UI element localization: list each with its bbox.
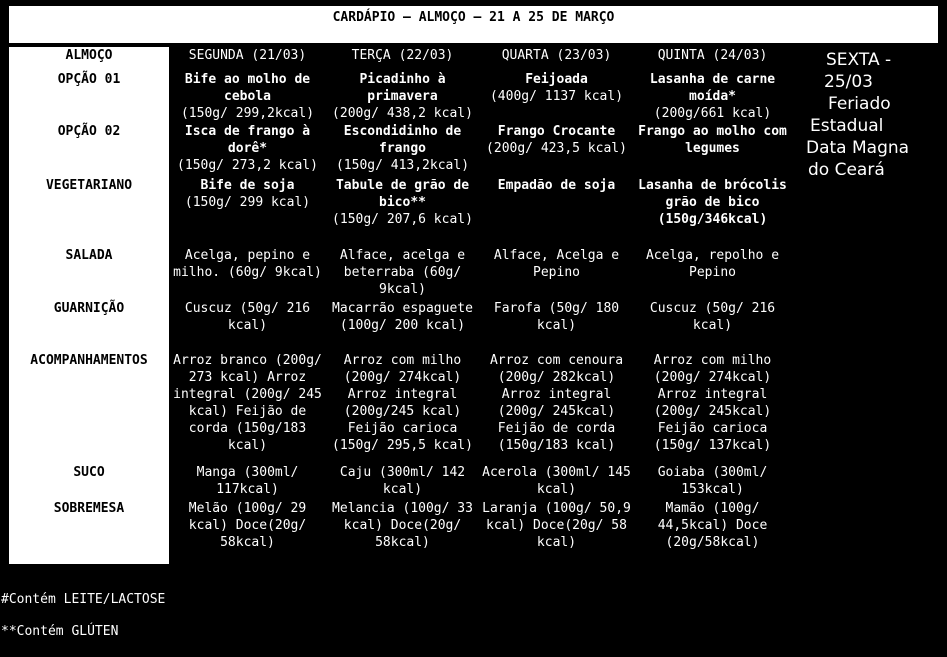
row-label: SOBREMESA <box>9 500 169 564</box>
dish-name: Feijoada <box>525 72 588 87</box>
table-row: ACOMPANHAMENTOS Arroz branco (200g/ 273 … <box>9 352 791 464</box>
menu-cell: Picadinho à primavera (200g/ 438,2 kcal) <box>326 71 479 123</box>
menu-cell: Caju (300ml/ 142 kcal) <box>339 465 466 497</box>
dish-name: Bife de soja <box>200 178 295 193</box>
friday-line: SEXTA - <box>826 50 892 70</box>
menu-cell: Empadão de soja <box>479 177 634 247</box>
friday-holiday-note: SEXTA - 25/03 Feriado Estadual Data Magn… <box>800 49 945 181</box>
menu-cell: Macarrão espaguete (100g/ 200 kcal) <box>332 301 473 333</box>
menu-cell: Arroz com cenoura (200g/ 282kcal) Arroz … <box>489 353 624 453</box>
footnote-gluten: **Contém GLÚTEN <box>1 624 119 639</box>
friday-line: Feriado <box>828 94 891 114</box>
dish-name: Empadão de soja <box>497 178 616 193</box>
footnote-lactose: #Contém LEITE/LACTOSE <box>1 592 166 607</box>
menu-cell: Farofa (50g/ 180 kcal) <box>493 301 620 333</box>
friday-line: 25/03 <box>824 72 873 92</box>
menu-title-bar: CARDÁPIO – ALMOÇO – 21 A 25 DE MARÇO <box>9 6 938 43</box>
row-label: GUARNIÇÃO <box>9 300 169 352</box>
dish-info: (150g/ 299 kcal) <box>184 195 311 210</box>
menu-cell: Mamão (100g/ 44,5kcal) Doce (20g/58kcal) <box>657 501 768 550</box>
dish-name: Picadinho à primavera <box>359 72 446 104</box>
menu-cell: Frango Crocante (200g/ 423,5 kcal) <box>479 123 634 177</box>
menu-cell: Acelga, repolho e Pepino <box>645 248 780 280</box>
menu-cell: Goiaba (300ml/ 153kcal) <box>657 465 768 497</box>
friday-line: Estadual <box>810 116 884 136</box>
dish-name: Frango Crocante <box>497 124 616 139</box>
menu-cell: Melão (100g/ 29 kcal) Doce(20g/ 58kcal) <box>188 501 307 550</box>
menu-cell: Arroz com milho (200g/ 274kcal) Arroz in… <box>653 353 772 453</box>
table-row: SOBREMESA Melão (100g/ 29 kcal) Doce(20g… <box>9 500 791 564</box>
dish-info: (150g/ 413,2kcal) <box>335 158 470 173</box>
menu-cell: Tabule de grão de bico** (150g/ 207,6 kca… <box>326 177 479 247</box>
dish-info: (200g/ 423,5 kcal) <box>486 141 627 156</box>
menu-cell: Lasanha de brócolis grão de bico (150g/34… <box>634 177 791 247</box>
menu-cell: Feijoada (400g/ 1137 kcal) <box>479 71 634 123</box>
table-row: SUCO Manga (300ml/ 117kcal) Caju (300ml/… <box>9 464 791 500</box>
dish-info: (150g/ 207,6 kcal) <box>332 212 473 227</box>
friday-line: do Ceará <box>808 160 885 180</box>
dish-name: Tabule de grão de bico** <box>335 178 470 210</box>
row-label: OPÇÃO 02 <box>9 123 169 177</box>
header-day-wednesday: QUARTA (23/03) <box>501 48 612 63</box>
menu-cell: Escondidinho de frango (150g/ 413,2kcal) <box>326 123 479 177</box>
menu-title: CARDÁPIO – ALMOÇO – 21 A 25 DE MARÇO <box>332 10 615 25</box>
menu-cell: Alface, acelga e beterraba (60g/ 9kcal) <box>339 248 466 297</box>
dish-info: (150g/ 299,2kcal) <box>180 106 315 121</box>
dish-name: Lasanha de brócolis grão de bico <box>638 178 787 210</box>
table-row: SALADA Acelga, pepino e milho. (60g/ 9kc… <box>9 247 791 300</box>
row-label: VEGETARIANO <box>9 177 169 247</box>
dish-name: Frango ao molho com legumes <box>638 124 787 156</box>
menu-cell: Laranja (100g/ 50,9 kcal) Doce(20g/ 58 k… <box>482 501 631 550</box>
dish-info: (150g/ 273,2 kcal) <box>177 158 318 173</box>
friday-line: Data Magna <box>806 138 910 158</box>
header-day-monday: SEGUNDA (21/03) <box>188 48 307 63</box>
menu-cell: Arroz com milho (200g/ 274kcal) Arroz in… <box>332 353 473 453</box>
menu-cell: Acelga, pepino e milho. (60g/ 9kcal) <box>173 248 322 280</box>
dish-info: (200g/661 kcal) <box>653 106 772 121</box>
table-row: VEGETARIANO Bife de soja (150g/ 299 kcal)… <box>9 177 791 247</box>
menu-cell: Bife de soja (150g/ 299 kcal) <box>169 177 326 247</box>
menu-cell: Cuscuz (50g/ 216 kcal) <box>649 301 776 333</box>
menu-cell: Arroz branco (200g/ 273 kcal) Arroz inte… <box>173 353 322 453</box>
dish-name: Bife ao molho de cebola <box>184 72 311 104</box>
header-day-thursday: QUINTA (24/03) <box>657 48 768 63</box>
menu-cell: Cuscuz (50g/ 216 kcal) <box>184 301 311 333</box>
row-label: SUCO <box>9 464 169 500</box>
header-day-tuesday: TERÇA (22/03) <box>351 48 454 63</box>
dish-info: (200g/ 438,2 kcal) <box>332 106 473 121</box>
dish-info: (150g/346kcal) <box>657 212 768 227</box>
dish-name: Lasanha de carne moída* <box>649 72 776 104</box>
row-label: OPÇÃO 01 <box>9 71 169 123</box>
dish-name: Isca de frango à dorê* <box>184 124 311 156</box>
dish-info: (400g/ 1137 kcal) <box>489 89 624 104</box>
menu-cell: Manga (300ml/ 117kcal) <box>196 465 299 497</box>
row-label: ACOMPANHAMENTOS <box>9 352 169 464</box>
menu-cell: Lasanha de carne moída* (200g/661 kcal) <box>634 71 791 123</box>
menu-cell: Acerola (300ml/ 145 kcal) <box>482 465 631 497</box>
menu-cell: Melancia (100g/ 33 kcal) Doce(20g/ 58kca… <box>332 501 473 550</box>
header-label: ALMOÇO <box>9 47 169 71</box>
row-label: SALADA <box>9 247 169 300</box>
table-row: GUARNIÇÃO Cuscuz (50g/ 216 kcal) Macarrã… <box>9 300 791 352</box>
menu-cell: Isca de frango à dorê* (150g/ 273,2 kcal) <box>169 123 326 177</box>
table-row: OPÇÃO 01 Bife ao molho de cebola (150g/ 2… <box>9 71 791 123</box>
header-row: ALMOÇO SEGUNDA (21/03) TERÇA (22/03) QUA… <box>9 47 791 71</box>
menu-cell: Bife ao molho de cebola (150g/ 299,2kcal) <box>169 71 326 123</box>
dish-name: Escondidinho de frango <box>343 124 462 156</box>
menu-cell: Frango ao molho com legumes <box>634 123 791 177</box>
menu-table: ALMOÇO SEGUNDA (21/03) TERÇA (22/03) QUA… <box>9 47 791 564</box>
table-row: OPÇÃO 02 Isca de frango à dorê* (150g/ 27… <box>9 123 791 177</box>
menu-cell: Alface, Acelga e Pepino <box>493 248 620 280</box>
